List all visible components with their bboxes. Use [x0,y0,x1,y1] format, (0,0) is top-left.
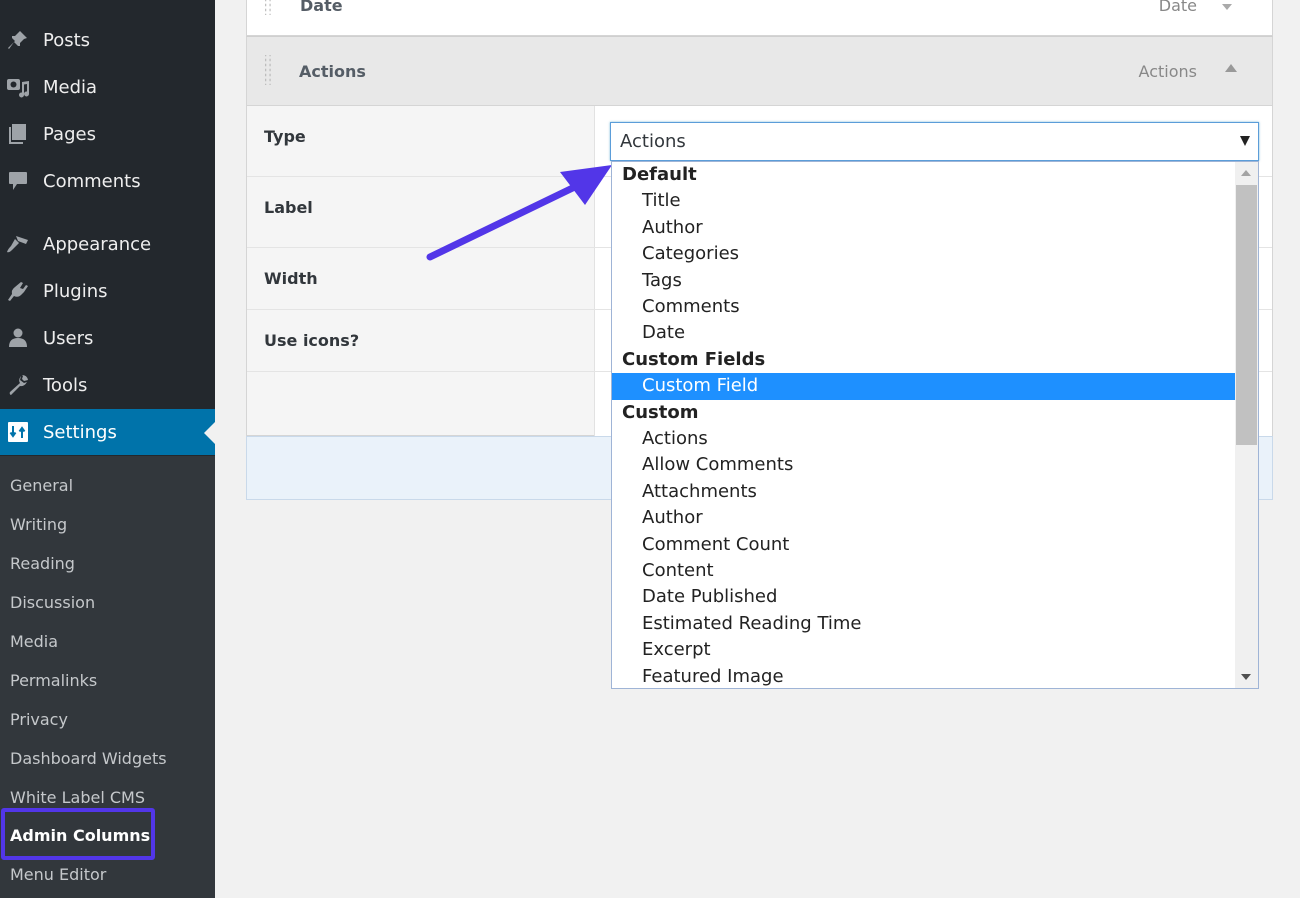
option-group-label: Default [622,164,697,185]
dropdown-option[interactable]: Date [612,320,1236,346]
dropdown-option[interactable]: Title [612,188,1236,214]
media-icon [5,74,31,100]
sidebar-item-settings[interactable]: Settings [0,409,215,455]
dropdown-option[interactable]: Featured Image [612,664,1236,688]
submenu-item-white-label-cms[interactable]: White Label CMS [10,786,145,810]
chevron-down-icon [1240,136,1250,146]
submenu-item-discussion[interactable]: Discussion [10,591,95,615]
pushpin-icon [5,27,31,53]
dropdown-option[interactable]: Actions [612,426,1236,452]
active-indicator [204,422,215,444]
column-title[interactable]: Date [300,0,343,15]
submenu-item-writing[interactable]: Writing [10,513,67,537]
scroll-up-icon[interactable] [1241,170,1251,176]
dropdown-option[interactable]: Content [612,558,1236,584]
type-select[interactable]: Actions [610,122,1259,161]
submenu-item-reading[interactable]: Reading [10,552,75,576]
setting-label: Label [264,198,313,217]
submenu-item-menu-editor[interactable]: Menu Editor [10,863,106,887]
column-row-date[interactable]: :::::: Date Date [246,0,1273,36]
dropdown-option[interactable]: Comment Count [612,532,1236,558]
dropdown-option[interactable]: Estimated Reading Time [612,611,1236,637]
submenu-item-dashboard-widgets[interactable]: Dashboard Widgets [10,747,167,771]
plug-icon [5,278,31,304]
admin-sidebar: Posts Media Pages Comments Appearance Pl… [0,0,215,898]
option-group-label: Custom [622,401,699,423]
dropdown-option[interactable]: Allow Comments [612,452,1236,478]
setting-label: Type [264,127,306,146]
paintbrush-icon [5,231,31,257]
submenu-item-media[interactable]: Media [10,630,58,654]
wrench-icon [5,372,31,398]
submenu-item-privacy[interactable]: Privacy [10,708,68,732]
submenu-item-permalinks[interactable]: Permalinks [10,669,97,693]
expand-arrow-icon[interactable] [1222,4,1232,10]
annotation-arrow-icon [426,165,612,261]
dropdown-option[interactable]: Attachments [612,479,1236,505]
sidebar-item-plugins[interactable]: Plugins [0,268,215,314]
scroll-down-icon[interactable] [1241,674,1251,680]
dropdown-option[interactable]: Custom Field [612,373,1236,400]
dropdown-option[interactable]: Categories [612,241,1236,267]
dropdown-option[interactable]: Author [612,215,1236,241]
setting-label: Width [264,269,318,288]
settings-sliders-icon [5,419,31,445]
drag-handle-icon[interactable]: :::::::::::: [264,53,272,88]
column-title[interactable]: Actions [299,62,366,81]
dropdown-option[interactable]: Author [612,505,1236,531]
sidebar-item-users[interactable]: Users [0,315,215,361]
column-row-actions[interactable]: :::::::::::: Actions Actions [246,36,1273,106]
sidebar-item-tools[interactable]: Tools [0,362,215,408]
dropdown-option[interactable]: Date Published [612,584,1236,610]
option-group-label: Custom Fields [622,348,766,370]
sidebar-item-pages[interactable]: Pages [0,111,215,157]
user-icon [5,325,31,351]
sidebar-item-posts[interactable]: Posts [0,17,215,63]
submenu-item-general[interactable]: General [10,474,73,498]
sidebar-item-comments[interactable]: Comments [0,158,215,204]
type-select-value: Actions [620,131,686,152]
pages-icon [5,121,31,147]
collapse-arrow-icon[interactable] [1225,64,1237,72]
scrollbar-thumb[interactable] [1236,185,1257,445]
dropdown-option[interactable]: Comments [612,294,1236,320]
type-dropdown-list[interactable]: Default Title Author Categories Tags Comments… [611,161,1259,689]
drag-handle-icon[interactable]: :::::: [264,0,272,18]
sidebar-item-media[interactable]: Media [0,64,215,110]
annotation-highlight-box [1,808,155,860]
sidebar-item-appearance[interactable]: Appearance [0,221,215,267]
comment-icon [5,168,31,194]
dropdown-option[interactable]: Excerpt [612,637,1236,663]
dropdown-scrollbar[interactable] [1235,162,1258,688]
dropdown-option[interactable]: Tags [612,268,1236,294]
setting-label: Use icons? [264,331,360,350]
column-type: Actions [1138,62,1197,81]
column-type: Date [1158,0,1197,15]
